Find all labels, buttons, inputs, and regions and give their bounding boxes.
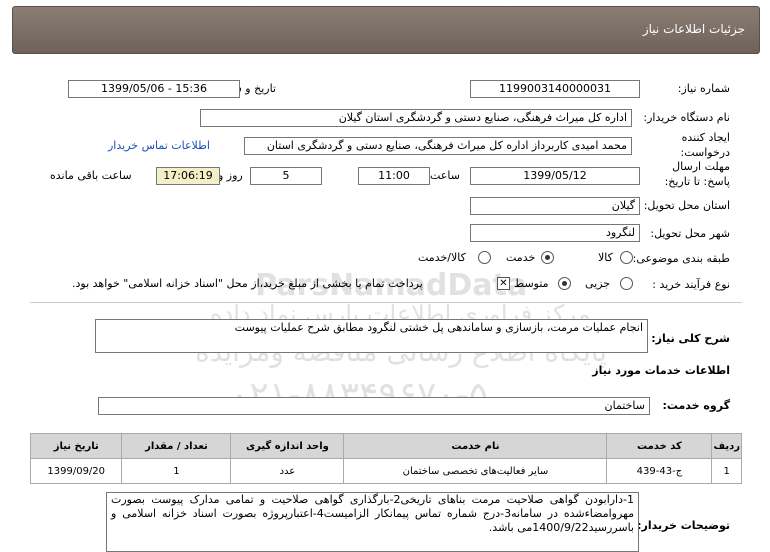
- deadline-label: مهلت ارسال پاسخ: تا تاریخ:: [664, 160, 730, 188]
- creator-field[interactable]: محمد امیدی کاربرداز اداره کل میراث فرهنگ…: [244, 137, 632, 155]
- buyer-field[interactable]: اداره کل میراث فرهنگی، صنایع دستی و گردش…: [200, 109, 632, 127]
- days-field[interactable]: 5: [250, 167, 322, 185]
- province-field[interactable]: گیلان: [470, 197, 640, 215]
- page-header: جزئیات اطلاعات نیاز: [12, 6, 760, 54]
- remaining-label: ساعت باقی مانده: [50, 169, 132, 182]
- creator-label: ایجاد کننده درخواست:: [680, 131, 730, 159]
- service-group-label: گروه خدمت:: [662, 399, 730, 412]
- category-both-label: کالا/خدمت: [418, 251, 466, 264]
- page-title: جزئیات اطلاعات نیاز: [642, 22, 745, 36]
- summary-field: انجام عملیات مرمت، بازسازی و ساماندهی پل…: [95, 319, 648, 353]
- deadline-date-field[interactable]: 1399/05/12: [470, 167, 640, 185]
- summary-label: شرح کلی نیاز:: [651, 332, 730, 345]
- days-label: روز و: [218, 169, 243, 182]
- cell-service-code: ج-43-439: [606, 458, 713, 484]
- category-goods-radio[interactable]: [620, 251, 633, 264]
- col-quantity: تعداد / مقدار: [121, 433, 232, 459]
- buyer-contact-link[interactable]: اطلاعات تماس خریدار: [108, 139, 210, 152]
- deadline-time-label: ساعت: [430, 169, 460, 182]
- need-number-field[interactable]: 1199003140000031: [470, 80, 640, 98]
- divider: [30, 302, 742, 303]
- col-need-date: تاریخ نیاز: [29, 433, 123, 459]
- col-row-number: ردیف: [711, 433, 742, 459]
- buyer-notes-label: توضیحات خریدار:: [637, 519, 730, 532]
- col-unit: واحد اندازه گیری: [230, 433, 345, 459]
- table-header-row: ردیف کد خدمت نام خدمت واحد اندازه گیری ت…: [29, 433, 742, 459]
- city-label: شهر محل تحویل:: [650, 227, 730, 240]
- category-label: طبقه بندی موضوعی:: [632, 252, 730, 265]
- cell-unit: عدد: [230, 458, 345, 484]
- treasury-payment-note: پرداخت تمام یا بخشی از مبلغ خرید،از محل …: [72, 277, 423, 290]
- process-minor-radio[interactable]: [620, 277, 633, 290]
- category-service-label: خدمت: [506, 251, 536, 264]
- deadline-time-field[interactable]: 11:00: [358, 167, 430, 185]
- col-service-code: کد خدمت: [606, 433, 713, 459]
- process-minor-label: جزیی: [585, 277, 611, 290]
- remaining-time-field: 17:06:19: [156, 167, 220, 185]
- cell-quantity: 1: [121, 458, 232, 484]
- treasury-payment-checkbox[interactable]: ✕: [497, 277, 510, 290]
- buyer-label: نام دستگاه خریدار:: [643, 111, 730, 124]
- table-row[interactable]: 1 ج-43-439 سایر فعالیت‌های تخصصی ساختمان…: [29, 458, 742, 484]
- category-goods-label: کالا: [598, 251, 613, 264]
- col-service-name: نام خدمت: [343, 433, 608, 459]
- category-service-radio[interactable]: [541, 251, 554, 264]
- process-medium-label: متوسط: [514, 277, 549, 290]
- process-medium-radio[interactable]: [558, 277, 571, 290]
- cell-service-name: سایر فعالیت‌های تخصصی ساختمان: [343, 458, 608, 484]
- buyer-notes-field: 1-دارابودن گواهی صلاحیت مرمت بناهای تاری…: [106, 492, 639, 552]
- service-group-field: ساختمان: [98, 397, 650, 415]
- category-both-radio[interactable]: [478, 251, 491, 264]
- need-number-label: شماره نیاز:: [677, 82, 730, 95]
- process-label: نوع فرآیند خرید :: [652, 278, 730, 291]
- city-field[interactable]: لنگرود: [470, 224, 640, 242]
- cell-row-number: 1: [711, 458, 742, 484]
- announce-date-field[interactable]: 1399/05/06 - 15:36: [68, 80, 240, 98]
- province-label: استان محل تحویل:: [643, 199, 730, 212]
- cell-need-date: 1399/09/20: [29, 458, 123, 484]
- services-table: ردیف کد خدمت نام خدمت واحد اندازه گیری ت…: [29, 433, 742, 484]
- services-section-title: اطلاعات خدمات مورد نیاز: [592, 364, 730, 377]
